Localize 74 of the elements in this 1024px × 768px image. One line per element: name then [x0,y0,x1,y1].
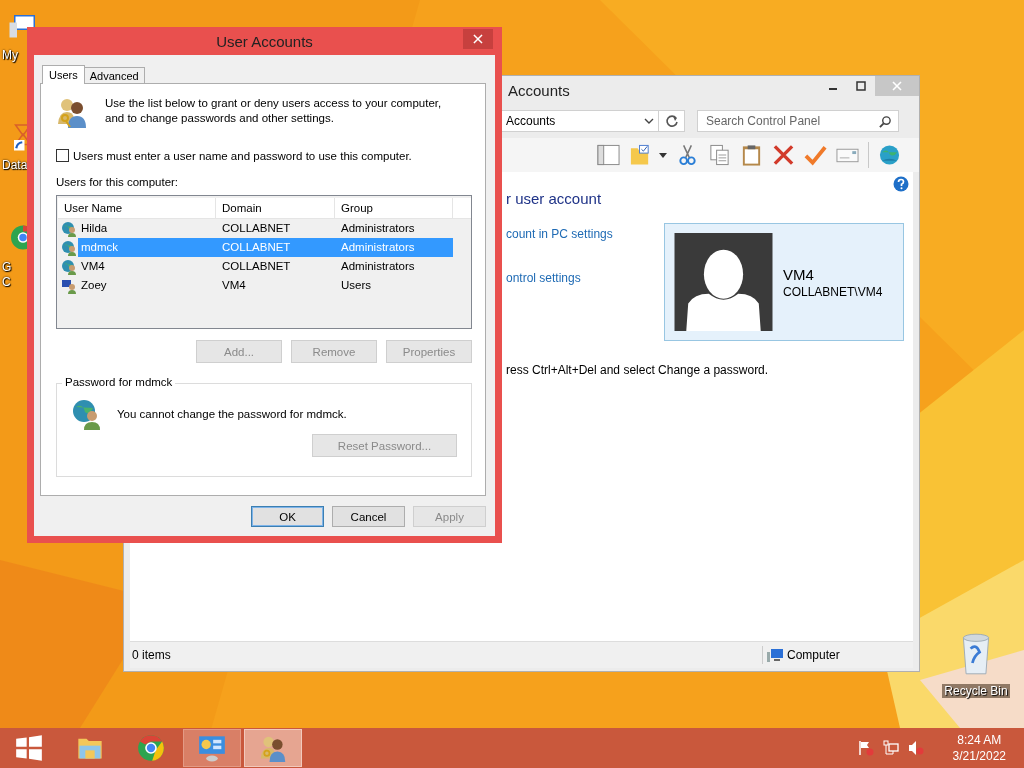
clock[interactable]: 8:24 AM 3/21/2022 [952,732,1006,764]
taskbar-button[interactable] [183,729,241,767]
flag-icon[interactable] [857,740,874,756]
refresh-icon [664,114,679,128]
domain-cell: COLLABNET [216,238,335,257]
control-panel-icon [198,734,226,762]
account-domain: COLLABNET\VM4 [783,284,883,299]
intro-text: Use the list below to grant or deny users access to your computer, and to change passwords and other settings. [105,96,443,126]
icon-label: G [1,260,12,275]
user-icon [61,258,77,275]
item-count: 0 items [132,648,172,662]
user-icon [71,398,103,430]
tab[interactable]: Users [42,65,85,84]
icon-label: Data [1,158,28,173]
user-name-cell[interactable]: VM4 [78,257,216,276]
instruction-text: ress Ctrl+Alt+Del and select Change a password. [506,363,770,377]
users-icon [259,734,287,762]
window-title: Accounts [508,81,570,99]
search-field[interactable]: Search Control Panel [697,110,899,132]
column-header[interactable]: Group [335,198,453,218]
network-icon[interactable] [882,740,899,756]
column-header[interactable]: Domain [216,198,335,218]
group-cell-text: Administrators [340,259,416,274]
checkbox-label: Users must enter a user name and password to use this computer. [73,149,412,162]
user-icon [61,220,77,237]
speaker-icon[interactable] [907,740,924,756]
close-icon [892,81,902,91]
zone-label: Computer [787,648,840,662]
dialog-button[interactable]: OK [251,506,324,527]
settings-link[interactable]: ontrol settings [506,271,581,285]
delete-icon[interactable] [772,144,795,166]
group-title: Password for mdmck [62,376,176,388]
computer-icon [767,648,783,662]
close-button[interactable]: × [463,29,493,49]
caret-icon[interactable] [659,152,667,158]
refresh-button[interactable] [659,110,685,132]
user-icon [61,277,77,294]
dialog-button[interactable]: Cancel [332,506,405,527]
password-message: You cannot change the password for mdmck. [117,408,347,420]
list-label: Users for this computer: [56,176,180,188]
dialog-title: User Accounts [216,32,313,50]
maximize-icon[interactable] [856,81,866,91]
domain-cell-text: COLLABNET [221,259,292,274]
user-icon [61,239,77,256]
avatar-icon [674,233,773,331]
domain-cell-text: COLLABNET [221,221,292,236]
icon-label: Recycle Bin [942,684,1010,698]
checkmark-icon[interactable] [804,144,827,166]
checkbox[interactable] [56,149,69,162]
taskbar-button[interactable] [244,729,302,767]
tab[interactable]: Advanced [83,67,145,83]
windows-icon [15,734,43,762]
pane-icon[interactable] [597,144,620,166]
globe-icon[interactable] [878,144,901,166]
search-icon[interactable] [879,115,892,128]
column-header[interactable]: User Name [58,198,216,218]
icon-label: C [1,275,11,290]
icon-label: My [1,48,18,63]
domain-cell-text: VM4 [221,278,247,293]
copy-icon[interactable] [708,144,731,166]
user-name-cell[interactable]: Hilda [78,219,216,238]
page-heading: r user account [506,190,602,207]
group-cell-text: Administrators [340,221,416,236]
help-icon[interactable] [893,176,909,192]
users-icon [56,96,88,128]
account-name: VM4 [783,265,815,283]
group-cell-text: Users [340,278,373,293]
group-cell: Administrators [335,238,453,257]
folder-icon[interactable] [629,144,652,166]
scissors-icon[interactable] [676,144,699,166]
user-name-cell[interactable]: Zoey [78,276,216,295]
clipboard-icon[interactable] [740,144,763,166]
chrome-icon [137,734,165,762]
settings-link[interactable]: count in PC settings [506,227,613,241]
